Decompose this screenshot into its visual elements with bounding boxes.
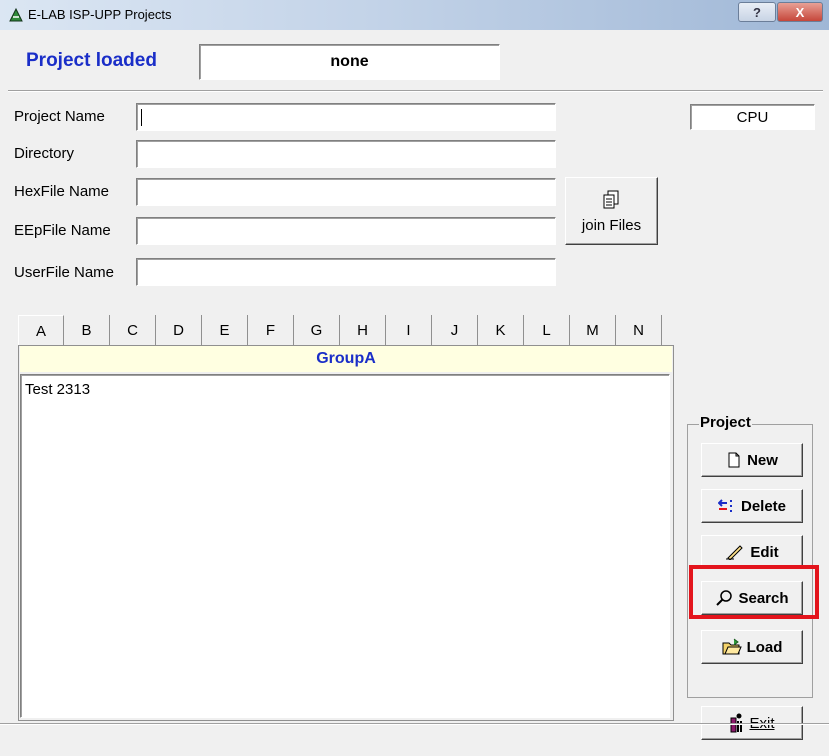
edit-button-label: Edit	[750, 543, 779, 561]
eepfile-name-label: EEpFile Name	[14, 222, 111, 239]
list-item[interactable]: Test 2313	[25, 381, 90, 398]
hexfile-name-field[interactable]	[136, 178, 556, 206]
tab-a[interactable]: A	[18, 315, 64, 347]
status-bar	[0, 723, 829, 725]
new-button[interactable]: New	[701, 443, 803, 477]
hexfile-name-label: HexFile Name	[14, 183, 110, 200]
tab-l[interactable]: L	[524, 315, 570, 345]
tab-j[interactable]: J	[432, 315, 478, 345]
header-divider	[8, 90, 823, 92]
tab-m[interactable]: M	[570, 315, 616, 345]
delete-button[interactable]: Delete	[701, 489, 803, 523]
tab-k[interactable]: K	[478, 315, 524, 345]
new-button-label: New	[747, 451, 778, 469]
project-loaded-value: none	[199, 44, 500, 80]
delete-icon	[717, 499, 732, 512]
tab-h[interactable]: H	[340, 315, 386, 345]
userfile-name-field[interactable]	[136, 258, 556, 286]
window-title: E-LAB ISP-UPP Projects	[28, 7, 172, 22]
new-document-icon	[728, 452, 740, 468]
load-button-label: Load	[746, 638, 783, 656]
copy-files-icon	[603, 190, 618, 208]
app-logo-icon	[9, 7, 23, 22]
load-button[interactable]: Load	[701, 630, 803, 664]
open-folder-icon	[722, 638, 742, 655]
pencil-icon	[726, 545, 744, 560]
join-files-label: join Files	[581, 216, 642, 234]
delete-button-label: Delete	[740, 497, 787, 515]
directory-label: Directory	[14, 145, 75, 162]
group-tabs: A B C D E F G H I J K L M N	[18, 315, 662, 347]
project-name-label: Project Name	[14, 108, 105, 125]
tab-d[interactable]: D	[156, 315, 202, 345]
join-files-button[interactable]: join Files	[565, 177, 658, 245]
project-list[interactable]: Test 2313	[20, 374, 670, 718]
tab-b[interactable]: B	[64, 315, 110, 345]
tab-n[interactable]: N	[616, 315, 662, 345]
group-header: GroupA	[20, 346, 672, 372]
edit-button[interactable]: Edit	[701, 535, 803, 569]
tab-g[interactable]: G	[294, 315, 340, 345]
cpu-field[interactable]: CPU	[690, 104, 815, 130]
project-frame-label: Project	[699, 414, 752, 431]
close-button[interactable]: X	[777, 2, 823, 22]
tab-f[interactable]: F	[248, 315, 294, 345]
eepfile-name-field[interactable]	[136, 217, 556, 245]
tab-e[interactable]: E	[202, 315, 248, 345]
help-button[interactable]: ?	[738, 2, 776, 22]
directory-field[interactable]	[136, 140, 556, 168]
userfile-name-label: UserFile Name	[14, 264, 115, 281]
project-loaded-label: Project loaded	[26, 50, 157, 71]
project-name-field[interactable]	[136, 103, 556, 131]
text-cursor	[141, 109, 142, 126]
tab-c[interactable]: C	[110, 315, 156, 345]
tab-i[interactable]: I	[386, 315, 432, 345]
search-highlight-box	[689, 565, 819, 619]
